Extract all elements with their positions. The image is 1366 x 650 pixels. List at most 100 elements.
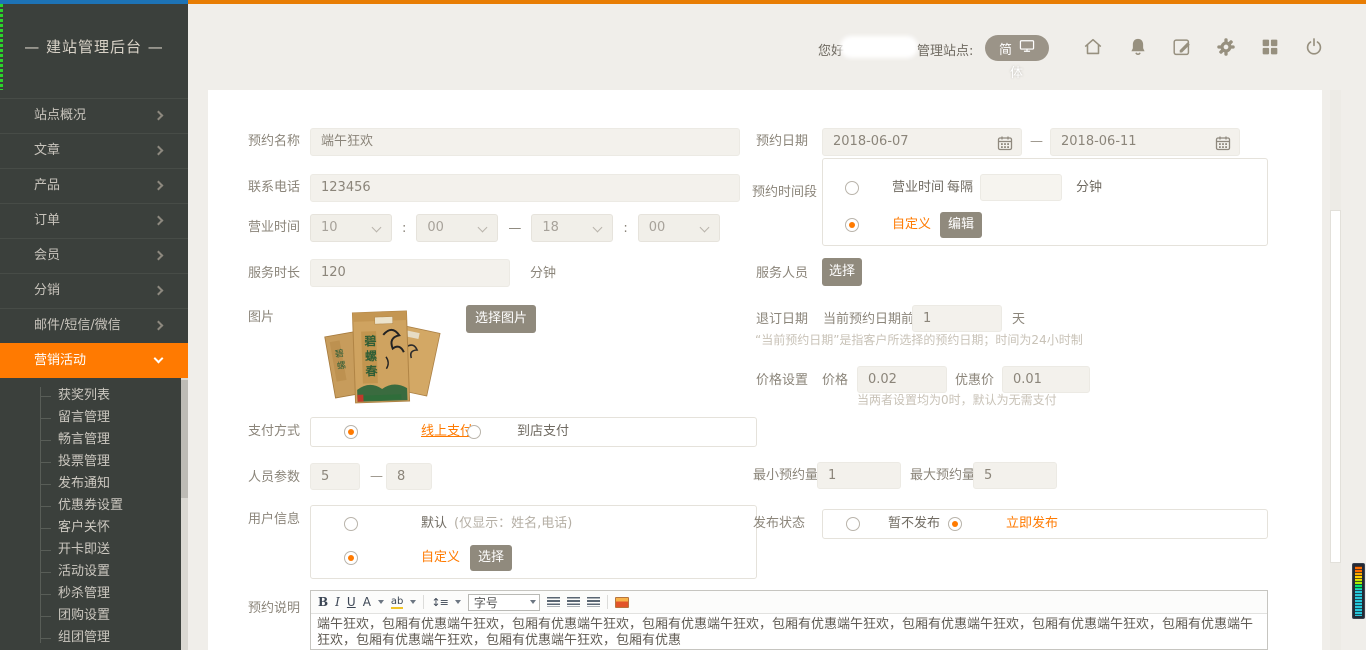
booking-name-label: 预约名称: [248, 134, 300, 150]
hours-to-hour-select[interactable]: 18: [531, 214, 613, 242]
hours-to-minute-select[interactable]: 00: [638, 214, 720, 242]
store-payment-radio[interactable]: [467, 425, 481, 439]
timeslot-edit-button[interactable]: 编辑: [940, 212, 982, 238]
submenu-item-coupon-settings[interactable]: 优惠券设置: [0, 495, 188, 517]
product-image: 碧螺 碧螺春: [316, 305, 450, 411]
duration-unit-label: 分钟: [530, 266, 556, 282]
bell-icon[interactable]: [1127, 36, 1149, 58]
people-min-input[interactable]: 5: [310, 463, 360, 490]
align-left-button[interactable]: [547, 597, 560, 607]
grid-icon[interactable]: [1259, 36, 1281, 58]
align-center-button[interactable]: [567, 597, 580, 607]
staff-choose-button[interactable]: 选择: [822, 258, 862, 286]
font-color-button[interactable]: A: [363, 595, 371, 609]
timeslot-custom-radio[interactable]: [845, 218, 859, 232]
sidebar-scrollbar-thumb[interactable]: [181, 380, 188, 498]
edit-icon[interactable]: [1171, 36, 1193, 58]
calendar-icon[interactable]: [1215, 135, 1231, 151]
service-duration-input[interactable]: 120: [310, 259, 510, 287]
booking-name-input[interactable]: 端午狂欢: [310, 128, 740, 156]
sidebar-item-mail-sms-wechat[interactable]: 邮件/短信/微信: [0, 308, 188, 343]
chevron-right-icon: [154, 251, 164, 261]
language-switch[interactable]: 简: [985, 35, 1049, 61]
sidebar-item-members[interactable]: 会员: [0, 238, 188, 273]
cancel-days-input[interactable]: 1: [912, 305, 1002, 332]
page-scrollbar-thumb[interactable]: [1330, 210, 1341, 563]
bold-button[interactable]: B: [318, 595, 328, 609]
user-info-default-radio[interactable]: [344, 517, 358, 531]
submenu-item-publish-notice[interactable]: 发布通知: [0, 473, 188, 495]
timeslot-business-radio[interactable]: [845, 181, 859, 195]
submenu-item-customer-care[interactable]: 客户关怀: [0, 517, 188, 539]
submenu-item-vote-mgmt[interactable]: 投票管理: [0, 451, 188, 473]
online-payment-option[interactable]: 线上支付: [421, 424, 473, 440]
staff-label: 服务人员: [756, 266, 808, 282]
calendar-icon[interactable]: [997, 135, 1013, 151]
booking-date-from-input[interactable]: 2018-06-07: [822, 128, 1022, 156]
submenu-item-award-list[interactable]: 获奖列表: [0, 385, 188, 407]
sidebar-top-accent: [0, 0, 188, 4]
sidebar-item-site-overview[interactable]: 站点概况: [0, 98, 188, 133]
publish-off-radio[interactable]: [846, 517, 860, 531]
highlight-button[interactable]: ab: [391, 596, 403, 609]
price-note: 当两者设置均为0时，默认为无需支付: [857, 391, 1057, 408]
sidebar-item-orders[interactable]: 订单: [0, 203, 188, 238]
max-booking-input[interactable]: 5: [973, 462, 1057, 489]
line-height-caret-icon[interactable]: [455, 600, 461, 604]
contact-phone-input[interactable]: 123456: [310, 174, 740, 202]
hours-from-minute-select[interactable]: 00: [416, 214, 498, 242]
submenu-item-group-mgmt[interactable]: 组团管理: [0, 627, 188, 649]
sidebar-item-marketing-active[interactable]: 营销活动: [0, 343, 188, 378]
publish-on-option[interactable]: 立即发布: [1006, 516, 1058, 532]
main-area: 您好 管理站点: 简 体 预约名称 端午狂欢 联系电话 123456 营业时间 …: [188, 0, 1366, 650]
choose-image-button[interactable]: 选择图片: [466, 305, 536, 333]
home-icon[interactable]: [1082, 36, 1104, 58]
price-input[interactable]: 0.02: [857, 366, 947, 393]
service-duration-label: 服务时长: [248, 266, 300, 282]
highlight-caret-icon[interactable]: [410, 600, 416, 604]
publish-off-option[interactable]: 暂不发布: [888, 516, 940, 532]
sidebar-scrollbar[interactable]: [181, 378, 188, 650]
timeslot-every-label: 每隔: [947, 180, 973, 196]
submenu-item-activity-settings[interactable]: 活动设置: [0, 561, 188, 583]
insert-image-button[interactable]: [615, 597, 629, 608]
sidebar-item-articles[interactable]: 文章: [0, 133, 188, 168]
editor-content[interactable]: 端午狂欢，包厢有优惠端午狂欢，包厢有优惠端午狂欢，包厢有优惠端午狂欢，包厢有优惠…: [311, 614, 1267, 650]
submenu-item-message-mgmt[interactable]: 留言管理: [0, 407, 188, 429]
font-color-caret-icon[interactable]: [378, 600, 384, 604]
store-payment-option[interactable]: 到店支付: [517, 424, 569, 440]
people-count-label: 人员参数: [248, 470, 300, 486]
submenu-item-card-gift[interactable]: 开卡即送: [0, 539, 188, 561]
submenu-item-changyan-mgmt[interactable]: 畅言管理: [0, 429, 188, 451]
booking-date-to-input[interactable]: 2018-06-11: [1050, 128, 1240, 156]
line-height-button[interactable]: ↕≡: [431, 596, 447, 609]
people-max-input[interactable]: 8: [386, 463, 432, 490]
online-payment-radio[interactable]: [344, 425, 358, 439]
power-icon[interactable]: [1303, 36, 1325, 58]
submenu-item-seckill-mgmt[interactable]: 秒杀管理: [0, 583, 188, 605]
hours-from-hour-select[interactable]: 10: [310, 214, 392, 242]
timeslot-interval-input[interactable]: [980, 174, 1062, 201]
min-booking-input[interactable]: 1: [817, 462, 901, 489]
italic-button[interactable]: I: [335, 595, 340, 609]
sidebar-item-distribution[interactable]: 分销: [0, 273, 188, 308]
underline-button[interactable]: U: [347, 595, 356, 609]
user-info-default-option[interactable]: 默认: [421, 516, 447, 532]
align-right-button[interactable]: [587, 597, 600, 607]
user-info-choose-button[interactable]: 选择: [470, 545, 512, 571]
sidebar-submenu: 获奖列表 留言管理 畅言管理 投票管理 发布通知 优惠券设置 客户关怀 开卡即送…: [0, 385, 188, 649]
sidebar-item-products[interactable]: 产品: [0, 168, 188, 203]
timeslot-business-option[interactable]: 营业时间: [892, 180, 944, 196]
font-size-select[interactable]: 字号: [468, 594, 540, 611]
user-info-custom-option[interactable]: 自定义: [421, 550, 460, 566]
cancel-note: “当前预约日期”是指客户所选择的预约日期；时间为24小时制: [755, 331, 1083, 348]
user-info-custom-radio[interactable]: [344, 551, 358, 565]
contact-phone-label: 联系电话: [248, 180, 300, 196]
timeslot-custom-option[interactable]: 自定义: [892, 217, 931, 233]
discount-input[interactable]: 0.01: [1002, 366, 1090, 393]
svg-text:碧: 碧: [363, 333, 377, 348]
publish-on-radio[interactable]: [948, 517, 962, 531]
submenu-item-groupbuy-settings[interactable]: 团购设置: [0, 605, 188, 627]
booking-desc-editor: B I U A ab ↕≡ 字号 端午狂欢，包厢有优惠: [310, 590, 1268, 650]
gear-icon[interactable]: [1215, 36, 1237, 58]
